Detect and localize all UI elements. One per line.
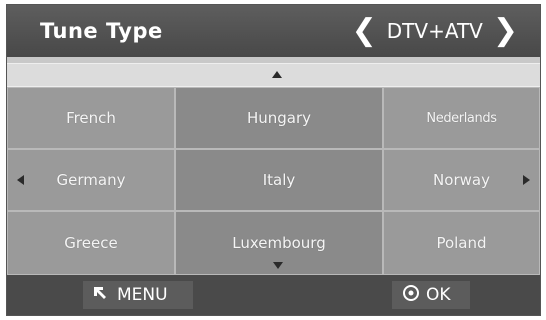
triangle-down-icon[interactable] [273, 262, 283, 269]
tune-type-value: DTV+ATV [386, 19, 483, 43]
menu-header: Tune Type ❮ DTV+ATV ❯ [7, 5, 540, 57]
ok-circle-icon [402, 284, 420, 307]
menu-title: Tune Type [40, 19, 163, 43]
chevron-right-icon[interactable]: ❯ [489, 16, 522, 46]
country-label: Hungary [246, 109, 312, 127]
country-cell-italy[interactable]: Italy [175, 149, 383, 211]
country-label: Nederlands [426, 110, 497, 126]
country-cell-germany[interactable]: Germany [7, 149, 175, 211]
triangle-up-icon[interactable] [272, 71, 282, 78]
tune-type-menu: Tune Type ❮ DTV+ATV ❯ French Hungary Ned… [6, 4, 541, 316]
tune-type-selector[interactable]: ❮ DTV+ATV ❯ [348, 13, 522, 49]
country-label: Poland [436, 234, 487, 252]
triangle-right-icon[interactable] [523, 175, 530, 185]
country-label: Greece [64, 234, 118, 252]
country-label: Norway [433, 171, 490, 189]
menu-label: MENU [117, 285, 168, 305]
country-cell-french[interactable]: French [7, 87, 175, 149]
country-cell-luxembourg[interactable]: Luxembourg [175, 211, 383, 275]
ok-label: OK [426, 285, 451, 305]
ok-button[interactable]: OK [392, 281, 470, 309]
scroll-up-bar[interactable] [7, 63, 540, 87]
country-cell-norway[interactable]: Norway [383, 149, 540, 211]
country-cell-poland[interactable]: Poland [383, 211, 540, 275]
return-arrow-icon [93, 284, 111, 307]
country-label: French [66, 109, 116, 127]
country-label: Luxembourg [232, 234, 326, 252]
country-label: Italy [262, 171, 296, 189]
country-cell-greece[interactable]: Greece [7, 211, 175, 275]
menu-button[interactable]: MENU [83, 281, 193, 309]
country-cell-hungary[interactable]: Hungary [175, 87, 383, 149]
country-cell-nederlands[interactable]: Nederlands [383, 87, 540, 149]
chevron-left-icon[interactable]: ❮ [348, 16, 381, 46]
country-label: Germany [56, 171, 126, 189]
country-grid: French Hungary Nederlands Germany Italy … [7, 87, 540, 275]
triangle-left-icon[interactable] [17, 175, 24, 185]
menu-footer: MENU OK [7, 275, 540, 315]
